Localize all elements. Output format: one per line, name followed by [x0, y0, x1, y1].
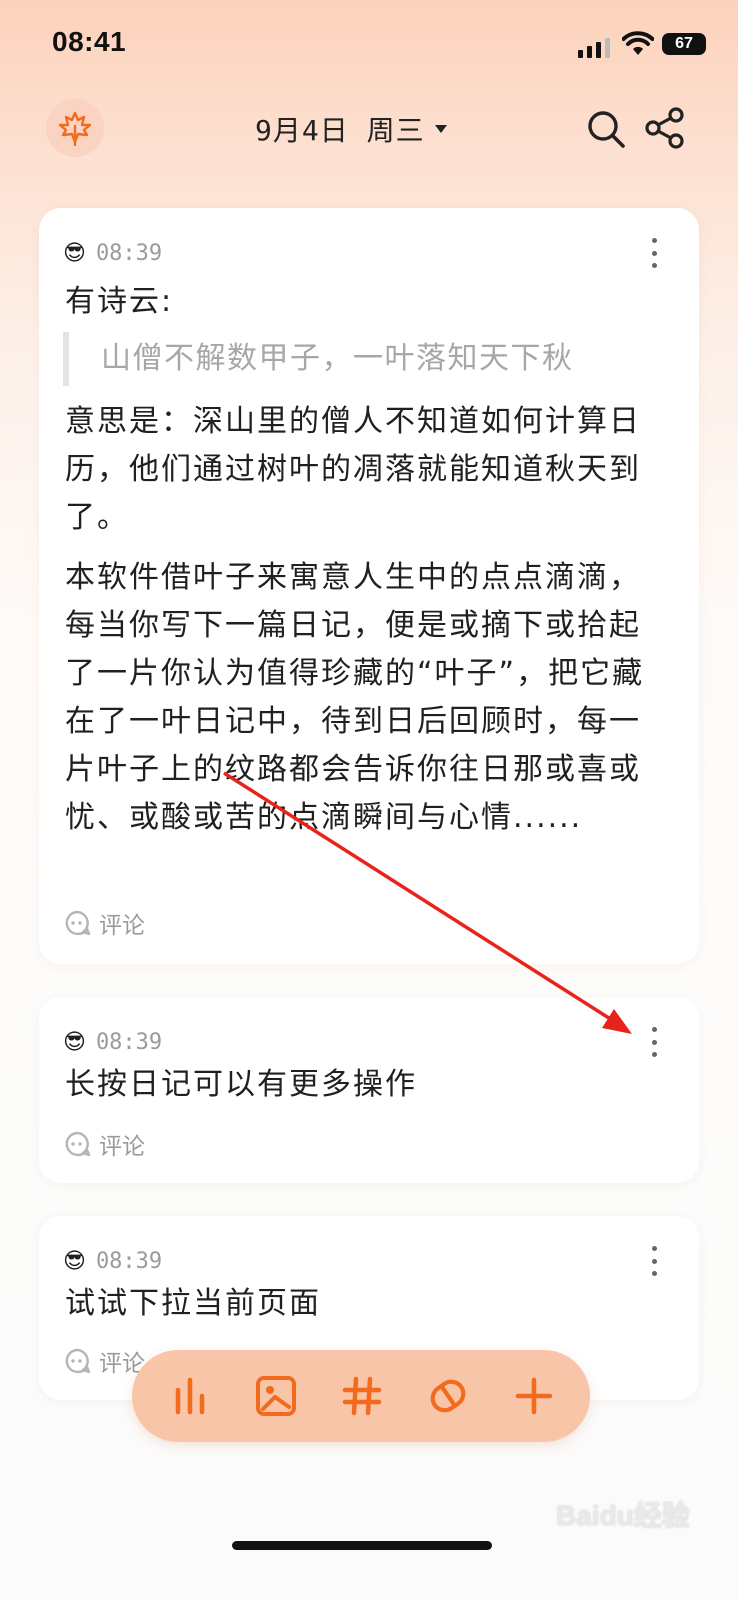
comment-label: 评论 — [99, 913, 145, 939]
cellular-signal-icon — [578, 36, 612, 58]
tag-button[interactable] — [424, 1372, 472, 1420]
comment-button[interactable]: 评论 — [63, 1344, 145, 1378]
mood-emoji: 😎 — [63, 240, 86, 266]
stats-icon — [175, 1377, 205, 1415]
watermark-text: Baidu经验 — [556, 1500, 690, 1531]
date-selector[interactable]: 9月4日 周三 — [255, 109, 447, 149]
entry-header: 😎 08:39 — [63, 1027, 162, 1057]
hashtag-button[interactable] — [338, 1372, 386, 1420]
entry-time: 08:39 — [95, 240, 163, 266]
more-options-icon[interactable] — [647, 1027, 661, 1057]
entry-header: 😎 08:39 — [63, 238, 162, 268]
entry-header: 😎 08:39 — [63, 1246, 162, 1276]
entry-paragraph: 意思是：深山里的僧人不知道如何计算日历，他们通过树叶的凋落就能知道秋天到了。 — [65, 404, 641, 535]
more-options-icon[interactable] — [647, 238, 661, 268]
maple-leaf-icon — [58, 111, 92, 146]
more-options-icon[interactable] — [647, 1246, 661, 1276]
mood-emoji: 😎 — [63, 1248, 86, 1274]
entry-quote: 山僧不解数甲子，一叶落知天下秋 — [63, 332, 701, 386]
comment-button[interactable]: 评论 — [63, 906, 145, 940]
comment-label: 评论 — [99, 1134, 145, 1160]
mood-emoji: 😎 — [63, 1029, 86, 1055]
app-logo[interactable] — [46, 99, 104, 157]
entry-time: 08:39 — [95, 1029, 163, 1055]
search-icon[interactable] — [586, 109, 626, 149]
caret-down-icon — [434, 125, 447, 133]
status-time: 08:41 — [52, 26, 127, 57]
bottom-toolbar — [132, 1350, 590, 1442]
share-icon[interactable] — [644, 107, 686, 149]
entry-text: 试试下拉当前页面 — [65, 1286, 321, 1321]
battery-indicator: 67 — [662, 33, 706, 55]
entry-time: 08:39 — [95, 1248, 163, 1274]
comment-icon — [65, 1348, 91, 1374]
tag-icon — [430, 1379, 466, 1413]
diary-entry-card[interactable]: 😎 08:39 有诗云: 山僧不解数甲子，一叶落知天下秋 意思是：深山里的僧人不… — [39, 208, 699, 964]
app-header: 9月4日 周三 — [0, 95, 738, 165]
comment-button[interactable]: 评论 — [63, 1127, 145, 1161]
add-entry-button[interactable] — [510, 1372, 558, 1420]
comment-icon — [65, 1131, 91, 1157]
entry-text-line: 有诗云: — [65, 284, 174, 319]
entry-paragraph: 本软件借叶子来寓意人生中的点点滴滴，每当你写下一篇日记，便是或摘下或拾起了一片你… — [65, 560, 645, 835]
diary-entry-card[interactable]: 😎 08:39 长按日记可以有更多操作 评论 — [39, 997, 699, 1183]
date-label: 9月4日 周三 — [255, 114, 425, 147]
stats-button[interactable] — [166, 1372, 214, 1420]
hashtag-icon — [342, 1376, 382, 1416]
insert-image-button[interactable] — [252, 1372, 300, 1420]
plus-icon — [515, 1377, 553, 1415]
comment-icon — [65, 910, 91, 936]
entry-text: 长按日记可以有更多操作 — [65, 1067, 417, 1102]
status-bar: 08:41 67 — [0, 0, 738, 90]
wifi-icon — [622, 31, 654, 55]
image-icon — [256, 1376, 296, 1416]
home-indicator — [232, 1541, 492, 1550]
